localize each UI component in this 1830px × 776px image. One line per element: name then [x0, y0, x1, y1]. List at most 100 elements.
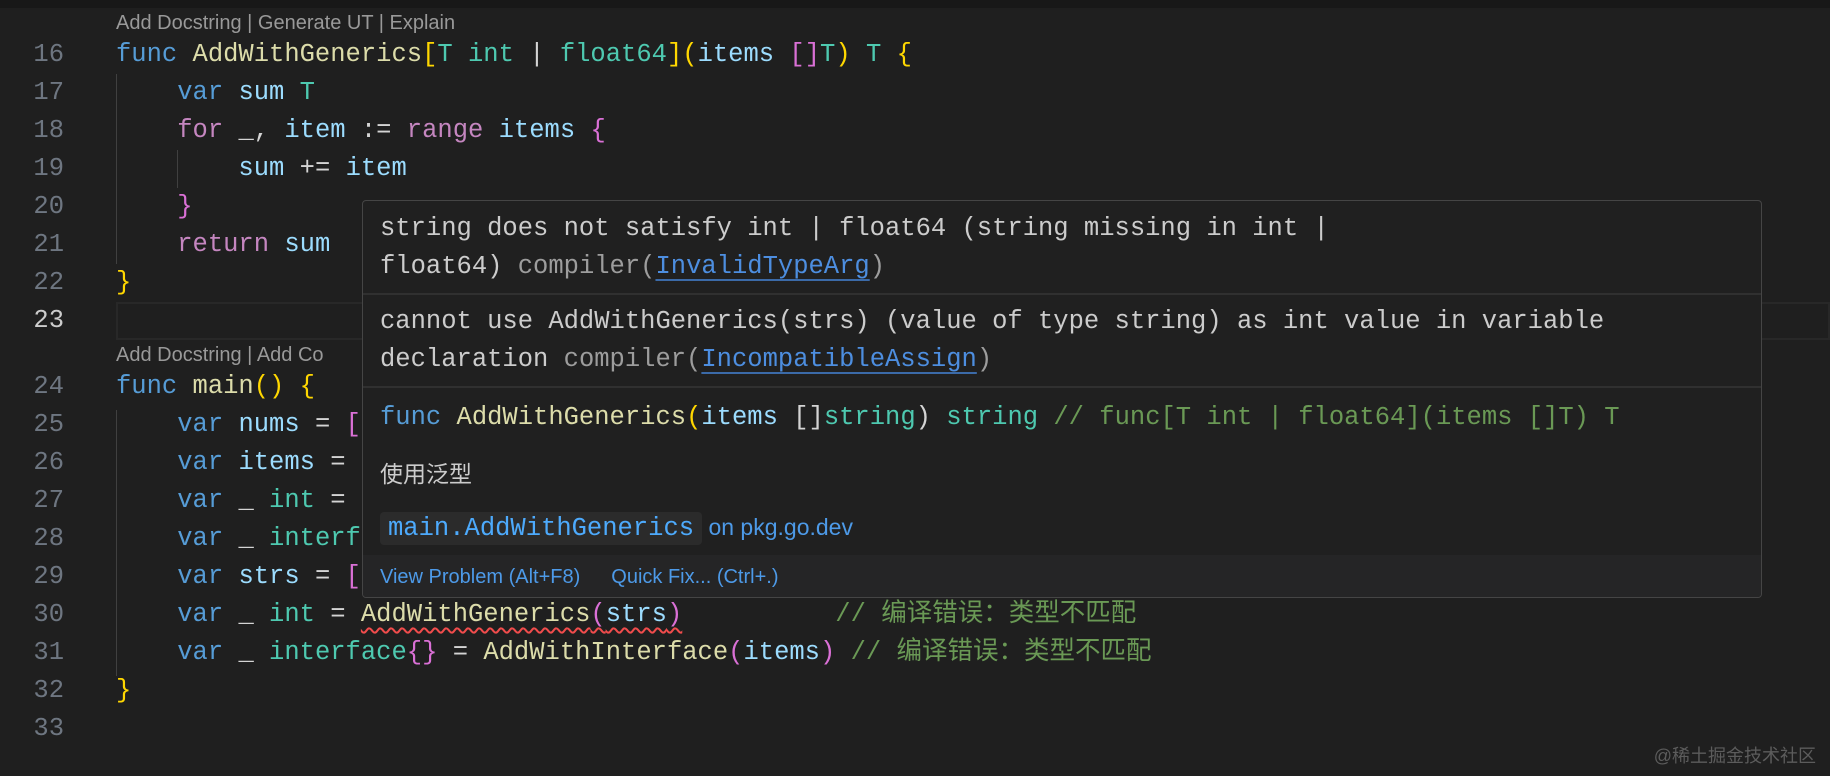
- hover-actions: View Problem (Alt+F8) Quick Fix... (Ctrl+…: [363, 555, 1761, 597]
- line-number: 28: [33, 524, 64, 553]
- hover-tooltip: string does not satisfy int | float64 (s…: [362, 200, 1762, 598]
- code-token: var: [177, 78, 239, 107]
- code-line[interactable]: 19 sum += item: [0, 150, 1830, 188]
- code-line[interactable]: 31 var _ interface{} = AddWithInterface(…: [0, 634, 1830, 672]
- code-token: }: [116, 676, 132, 705]
- indent-guide: [177, 150, 178, 188]
- problem-code-link[interactable]: IncompatibleAssign: [701, 345, 976, 374]
- sig-return-type: string: [946, 403, 1039, 432]
- code-token: var: [177, 638, 239, 667]
- code-token: _: [238, 638, 270, 667]
- sig-bracket: []: [793, 403, 824, 432]
- line-code: sum += item: [116, 150, 406, 188]
- code-token: _: [238, 600, 270, 629]
- line-number: 30: [33, 600, 64, 629]
- quick-fix-button[interactable]: Quick Fix... (Ctrl+.): [611, 566, 778, 588]
- problem-message-cont: declaration compiler(IncompatibleAssign): [380, 341, 992, 379]
- code-token: T: [820, 40, 836, 69]
- pkg-site-link[interactable]: on pkg.go.dev: [702, 514, 853, 540]
- top-bar: [0, 0, 1830, 8]
- sig-comment: // func[T int | float64](items []T) T: [1038, 403, 1620, 432]
- problem-message: cannot use AddWithGenerics(strs) (value …: [380, 307, 1605, 336]
- line-code: }: [116, 188, 193, 226]
- code-token: =: [314, 562, 346, 591]
- code-token: item: [284, 116, 361, 145]
- code-token: sum: [238, 78, 300, 107]
- problem-code-link[interactable]: InvalidTypeArg: [655, 252, 869, 281]
- problem-diagnostic: cannot use AddWithGenerics(strs) (value …: [363, 295, 1761, 388]
- code-token: func: [116, 40, 193, 69]
- indent-guide: [116, 74, 117, 264]
- problem-text: float64): [380, 252, 503, 281]
- code-line[interactable]: 32}: [0, 672, 1830, 710]
- line-number: 20: [33, 192, 64, 221]
- code-line[interactable]: 16 func AddWithGenerics[T int | float64](…: [0, 36, 1830, 74]
- code-token: {}: [406, 638, 438, 667]
- code-token: ]: [666, 40, 683, 69]
- code-token: int: [269, 486, 331, 515]
- line-number: 31: [33, 638, 64, 667]
- code-token: {: [299, 372, 315, 401]
- code-line[interactable]: 17 var sum T: [0, 74, 1830, 112]
- doc-text: 使用泛型: [380, 461, 472, 487]
- line-code: var _ int =: [116, 482, 345, 520]
- code-token: var: [177, 410, 239, 439]
- code-token: var: [177, 600, 239, 629]
- sig-paren: (: [686, 403, 702, 432]
- code-token: main: [192, 372, 254, 401]
- code-token: // 编译错误：类型不匹配: [835, 600, 1137, 629]
- line-code: var items =: [116, 444, 345, 482]
- code-line[interactable]: 18 for _, item := range items {: [0, 112, 1830, 150]
- problem-diagnostic: string does not satisfy int | float64 (s…: [363, 201, 1761, 295]
- code-token: AddWithGenerics: [192, 40, 423, 69]
- line-number: 18: [33, 116, 64, 145]
- code-token: _,: [238, 116, 285, 145]
- sig-keyword: func: [380, 403, 457, 432]
- code-token: range: [406, 116, 499, 145]
- code-line[interactable]: 33: [0, 710, 1830, 748]
- code-token: (): [253, 372, 285, 401]
- sig-paren: ): [915, 403, 947, 432]
- code-token: interface: [269, 638, 407, 667]
- code-token: float64: [559, 40, 667, 69]
- line-code: var _ interf: [116, 520, 361, 558]
- code-token: strs: [238, 562, 315, 591]
- line-code: var sum T: [116, 74, 315, 112]
- code-token: // 编译错误：类型不匹配: [835, 638, 1152, 667]
- code-token: for: [177, 116, 239, 145]
- line-code: var _ interface{} = AddWithInterface(ite…: [116, 634, 1152, 672]
- view-problem-button[interactable]: View Problem (Alt+F8): [380, 566, 580, 588]
- function-signature: func AddWithGenerics(items []string) str…: [380, 399, 1620, 437]
- problem-text: declaration: [380, 345, 549, 374]
- line-code: var strs = [: [116, 558, 361, 596]
- code-line[interactable]: 30 var _ int = AddWithGenerics(strs) // …: [0, 596, 1830, 634]
- code-lens[interactable]: Add Docstring | Add Co: [116, 340, 324, 370]
- pkg-link[interactable]: main.AddWithGenerics: [380, 512, 703, 545]
- code-lens[interactable]: Add Docstring | Generate UT | Explain: [116, 8, 455, 38]
- code-token: var: [177, 448, 239, 477]
- line-number: 27: [33, 486, 64, 515]
- problem-message: string does not satisfy int | float64 (s…: [380, 214, 1329, 243]
- line-number: 33: [33, 714, 64, 743]
- code-token: int: [467, 40, 514, 69]
- line-code: for _, item := range items {: [116, 112, 606, 150]
- code-token: }: [177, 192, 193, 221]
- line-number: 24: [33, 372, 64, 401]
- paren: ): [869, 252, 886, 281]
- code-token: =: [437, 638, 484, 667]
- code-token: (: [682, 40, 698, 69]
- code-token: [: [345, 562, 361, 591]
- code-token: AddWithInterface: [483, 638, 729, 667]
- code-token: {: [896, 40, 912, 69]
- line-number: 21: [33, 230, 64, 259]
- indent-guide: [116, 410, 117, 676]
- code-token: [: [422, 40, 438, 69]
- line-code: }: [116, 264, 131, 302]
- sig-param-type: string: [823, 403, 916, 432]
